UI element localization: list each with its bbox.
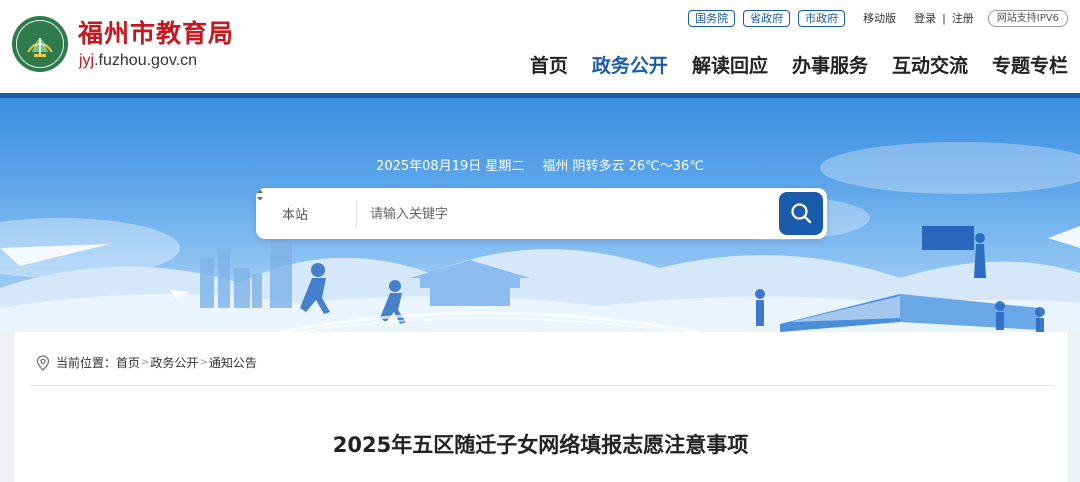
site-domain-accent: jyj <box>79 52 95 69</box>
search-icon <box>791 203 812 224</box>
top-links-separator: | <box>942 11 946 25</box>
link-register[interactable]: 注册 <box>952 10 974 26</box>
nav-hudong[interactable]: 互动交流 <box>892 51 968 78</box>
nav-zhuanti[interactable]: 专题专栏 <box>992 51 1068 78</box>
breadcrumb-separator: > <box>141 357 150 368</box>
ipv6-badge: 网站支持IPV6 <box>987 9 1068 27</box>
nav-jiedu[interactable]: 解读回应 <box>692 51 768 78</box>
banner: 2025年08月19日 星期二 福州 阴转多云 26℃～36℃ 本站 <box>0 98 1080 332</box>
date-weather: 2025年08月19日 星期二 福州 阴转多云 26℃～36℃ <box>0 155 1080 174</box>
link-shengzhengfu[interactable]: 省政府 <box>743 9 791 27</box>
page-gutter-right <box>1067 332 1080 482</box>
breadcrumb-prefix: 当前位置： <box>56 356 117 370</box>
breadcrumb-notice[interactable]: 通知公告 <box>209 354 257 371</box>
breadcrumb-home[interactable]: 首页 <box>116 354 140 371</box>
chevron-updown-icon[interactable] <box>256 188 264 202</box>
link-mobile[interactable]: 移动版 <box>863 10 896 26</box>
search-box: 本站 <box>256 188 827 239</box>
search-input[interactable] <box>370 201 770 226</box>
nav-zhengwu[interactable]: 政务公开 <box>592 51 668 78</box>
search-divider <box>356 200 357 227</box>
link-shizhengfu[interactable]: 市政府 <box>798 9 846 27</box>
link-guowuyuan[interactable]: 国务院 <box>688 9 736 27</box>
current-weather: 福州 阴转多云 26℃～36℃ <box>542 159 704 174</box>
article-title: 2025年五区随迁子女网络填报志愿注意事项 <box>332 433 749 457</box>
site-header: 福州市教育局 jyj.fuzhou.gov.cn 国务院 省政府 市政府 移动版… <box>0 0 1080 93</box>
link-login[interactable]: 登录 <box>914 10 936 26</box>
search-button[interactable] <box>779 192 823 235</box>
search-scope-select[interactable]: 本站 <box>282 204 308 223</box>
breadcrumb: 当前位置： 首页 > 政务公开 > 通知公告 <box>36 354 257 371</box>
current-date: 2025年08月19日 星期二 <box>376 159 525 174</box>
nav-banshi[interactable]: 办事服务 <box>792 51 868 78</box>
location-pin-icon <box>36 354 50 371</box>
content-card: 当前位置： 首页 > 政务公开 > 通知公告 2025年五区随迁子女网络填报志愿… <box>14 332 1067 482</box>
nav-home[interactable]: 首页 <box>530 51 568 78</box>
main-nav: 首页 政务公开 解读回应 办事服务 互动交流 专题专栏 <box>506 51 1068 78</box>
breadcrumb-divider <box>30 385 1054 386</box>
breadcrumb-separator: > <box>199 357 208 368</box>
logo-emblem[interactable] <box>12 16 68 72</box>
site-domain-rest: .fuzhou.gov.cn <box>94 52 197 69</box>
page-gutter-left <box>0 332 14 482</box>
site-domain: jyj.fuzhou.gov.cn <box>79 52 197 70</box>
top-links: 国务院 省政府 市政府 移动版 登录 | 注册 网站支持IPV6 <box>688 9 1068 27</box>
site-name[interactable]: 福州市教育局 <box>78 14 234 50</box>
breadcrumb-zhengwu[interactable]: 政务公开 <box>150 354 198 371</box>
